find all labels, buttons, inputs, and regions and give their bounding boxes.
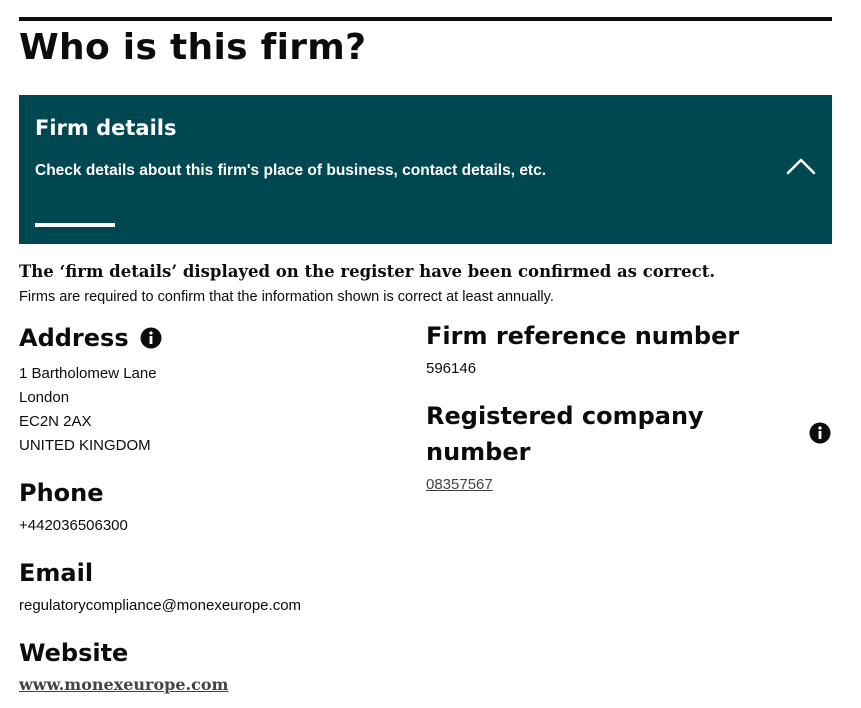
active-indicator	[35, 223, 115, 227]
top-divider	[19, 17, 832, 21]
chevron-up-icon	[786, 158, 816, 175]
address-line: EC2N 2AX	[19, 413, 92, 430]
firm-details-panel[interactable]: Firm details Check details about this fi…	[19, 95, 832, 244]
firm-reference-heading: Firm reference number	[426, 322, 740, 350]
address-heading: Address	[19, 324, 129, 352]
confirmation-note: Firms are required to confirm that the i…	[19, 289, 554, 305]
address-line: UNITED KINGDOM	[19, 437, 151, 454]
address-line: London	[19, 389, 70, 406]
email-value: regulatorycompliance@monexeurope.com	[19, 597, 302, 614]
company-number-heading: Registered company	[426, 402, 704, 430]
email-heading: Email	[19, 559, 94, 587]
confirmation-heading: The ‘firm details’ displayed on the regi…	[19, 262, 716, 281]
phone-heading: Phone	[19, 479, 104, 507]
address-line: 1 Bartholomew Lane	[19, 365, 157, 382]
info-icon[interactable]	[809, 422, 831, 444]
collapse-button[interactable]	[783, 151, 819, 181]
company-number-link[interactable]: 08357567	[426, 476, 493, 493]
firm-reference-value: 596146	[426, 360, 477, 377]
website-heading: Website	[19, 639, 129, 667]
firm-details-description: Check details about this firm's place of…	[35, 162, 547, 179]
website-link[interactable]: www.monexeurope.com	[19, 675, 228, 694]
info-icon-graphic	[809, 422, 831, 444]
page-title: Who is this firm?	[19, 27, 367, 68]
page: Who is this firm? Firm details Check det…	[0, 0, 861, 708]
website-row: www.monexeurope.com	[19, 673, 228, 698]
info-icon-graphic	[140, 327, 162, 349]
firm-details-title: Firm details	[35, 116, 177, 140]
company-number-row: 08357567	[426, 473, 493, 497]
phone-value: +442036506300	[19, 517, 128, 534]
info-icon[interactable]	[140, 327, 162, 349]
company-number-heading-cont: number	[426, 438, 531, 466]
